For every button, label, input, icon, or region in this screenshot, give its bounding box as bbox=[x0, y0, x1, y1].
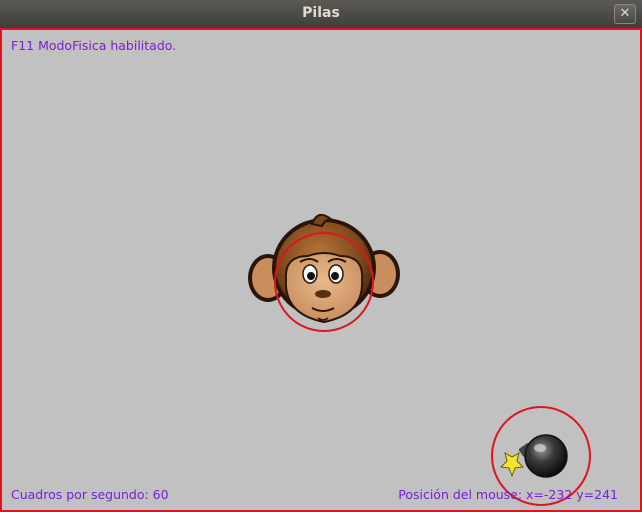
status-message: F11 ModoFisica habilitado. bbox=[11, 38, 177, 53]
title-bar[interactable]: Pilas ✕ bbox=[0, 0, 642, 29]
window-title: Pilas bbox=[302, 5, 340, 21]
monkey-face-icon[interactable] bbox=[246, 210, 402, 334]
close-button[interactable]: ✕ bbox=[614, 4, 636, 24]
game-canvas[interactable]: F11 ModoFisica habilitado. Cuadros por s… bbox=[0, 28, 642, 512]
mouse-position-readout: Posición del mouse: x=-232 y=241 bbox=[398, 487, 618, 502]
fps-counter: Cuadros por segundo: 60 bbox=[11, 487, 169, 502]
game-window: Pilas ✕ F11 ModoFisica habilitado. Cuadr… bbox=[0, 0, 642, 512]
